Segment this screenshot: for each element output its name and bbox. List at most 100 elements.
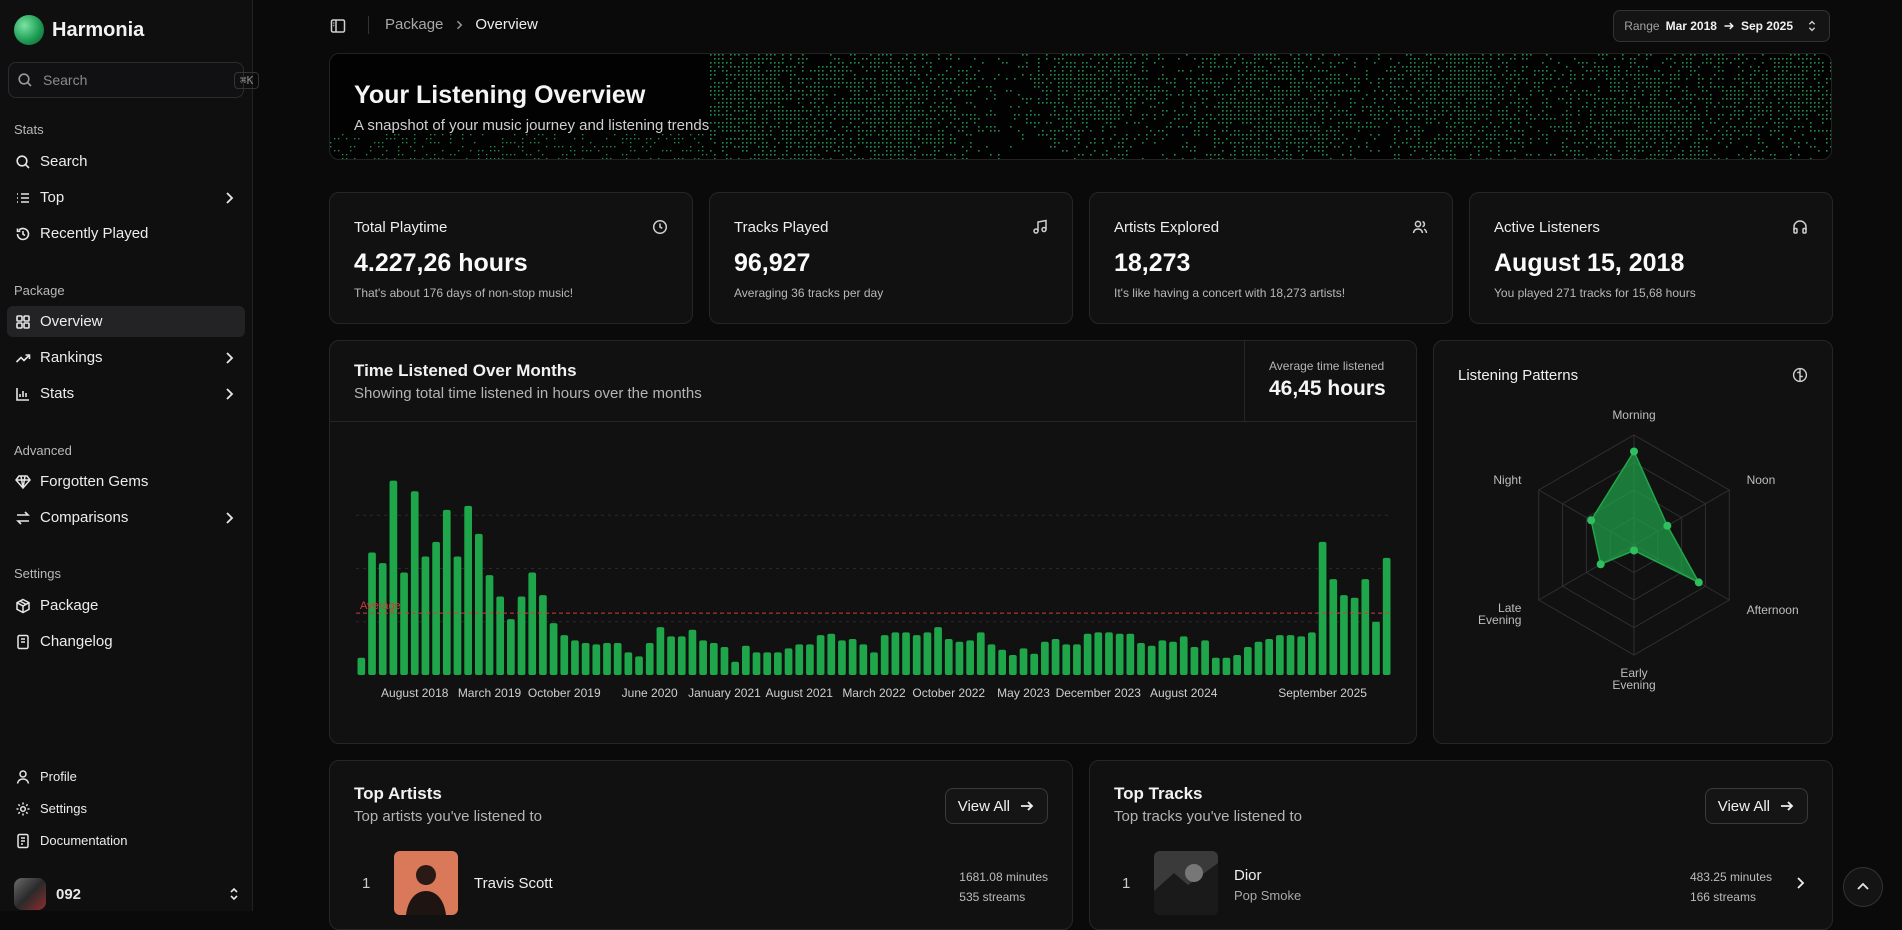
average-time-value: 46,45 hours	[1269, 377, 1386, 400]
view-all-label: View All	[957, 797, 1010, 815]
stat-title: Tracks Played	[734, 219, 829, 236]
sidebar-item-profile[interactable]: Profile	[7, 761, 245, 792]
stat-card-active-listeners: Active Listeners August 15, 2018 You pla…	[1469, 192, 1833, 324]
bar	[539, 595, 547, 675]
bar	[517, 596, 526, 675]
bar	[357, 657, 366, 675]
sidebar-item-stats[interactable]: Stats	[7, 378, 245, 409]
stat-subtext: Averaging 36 tracks per day	[734, 286, 884, 300]
user-menu[interactable]: 092	[14, 878, 242, 910]
brand[interactable]: Harmonia	[14, 14, 144, 46]
artist-minutes: 1681.08 minutes	[959, 870, 1048, 884]
bar	[1308, 632, 1316, 675]
bar	[1126, 633, 1135, 675]
top-artists-subtitle: Top artists you've listened to	[354, 808, 542, 825]
bar	[1094, 632, 1103, 675]
radar-axis-label: Late Evening	[1478, 601, 1522, 627]
bar	[1265, 639, 1274, 675]
bar	[1254, 641, 1263, 675]
bar	[1361, 579, 1370, 675]
bar	[1222, 657, 1231, 675]
bar	[1169, 641, 1177, 675]
bar	[1190, 647, 1199, 675]
rank-number: 1	[1122, 875, 1131, 892]
track-row[interactable]: 1 Dior Pop Smoke 483.25 minutes 166 stre…	[1114, 851, 1808, 915]
stat-card-tracks-played: Tracks Played 96,927 Averaging 36 tracks…	[709, 192, 1073, 324]
sidebar-item-label: Overview	[40, 313, 103, 330]
avatar	[14, 878, 46, 910]
view-all-label: View All	[1717, 797, 1770, 815]
arrow-right-icon	[1781, 801, 1794, 811]
sidebar-item-forgotten-gems[interactable]: Forgotten Gems	[7, 466, 245, 497]
bar	[581, 643, 590, 675]
stat-subtext: That's about 176 days of non-stop music!	[354, 286, 574, 300]
top-artists-title: Top Artists	[354, 784, 442, 803]
chevrons-up-down-icon	[1808, 20, 1816, 32]
bar	[1318, 541, 1327, 675]
bar	[549, 623, 558, 675]
sidebar-item-label: Documentation	[40, 833, 128, 848]
chevron-right-icon[interactable]	[1792, 875, 1808, 891]
sidebar-item-changelog[interactable]: Changelog	[7, 626, 245, 657]
book-icon	[17, 634, 29, 649]
radar-axis-label: Morning	[1612, 408, 1655, 422]
section-label-package: Package	[14, 283, 65, 298]
radar-point	[1663, 521, 1672, 530]
bar	[784, 648, 793, 675]
sidebar-item-search[interactable]: Search	[7, 146, 245, 177]
radar-point	[1630, 447, 1638, 456]
x-tick-label: September 2025	[1278, 686, 1367, 700]
arrow-right-icon	[1021, 801, 1034, 811]
section-label-settings: Settings	[14, 566, 61, 581]
user-icon	[16, 769, 30, 784]
sidebar-item-rankings[interactable]: Rankings	[7, 342, 245, 373]
page-subtitle: A snapshot of your music journey and lis…	[354, 117, 710, 134]
x-tick-label: May 2023	[997, 686, 1050, 700]
stat-value: 96,927	[734, 249, 811, 277]
bar	[1158, 640, 1167, 675]
bar	[966, 640, 974, 675]
view-all-tracks-button[interactable]: View All	[1704, 788, 1808, 824]
x-tick-label: August 2021	[766, 686, 834, 700]
bar	[1243, 647, 1252, 675]
bar	[474, 533, 483, 675]
sidebar-item-package[interactable]: Package	[7, 590, 245, 621]
section-label-stats: Stats	[14, 122, 44, 137]
scroll-to-top-button[interactable]	[1843, 867, 1883, 907]
info-icon[interactable]	[1792, 367, 1808, 383]
search-box[interactable]: ⌘K	[8, 62, 260, 98]
bar	[1115, 633, 1124, 675]
chevrons-up-down-icon	[230, 887, 238, 901]
stat-value: 18,273	[1114, 249, 1191, 277]
bar	[816, 635, 825, 675]
sidebar-item-top[interactable]: Top	[7, 182, 245, 213]
bar	[485, 575, 494, 675]
bar	[464, 505, 472, 675]
sidebar-item-settings[interactable]: Settings	[7, 793, 245, 824]
bar	[1276, 635, 1284, 675]
bar	[453, 556, 462, 675]
breadcrumb-parent[interactable]: Package	[385, 16, 443, 33]
sidebar-item-recently-played[interactable]: Recently Played	[7, 218, 245, 249]
sidebar-item-documentation[interactable]: Documentation	[7, 825, 245, 856]
sidebar-toggle-icon[interactable]	[330, 18, 346, 34]
range-selector[interactable]: Range Mar 2018 Sep 2025	[1613, 10, 1830, 42]
sidebar-item-overview[interactable]: Overview	[7, 306, 245, 337]
artist-stats: 1681.08 minutes 535 streams	[959, 867, 1048, 907]
chevron-right-icon	[226, 191, 234, 204]
stat-card-total-playtime: Total Playtime 4.227,26 hours That's abo…	[329, 192, 693, 324]
view-all-artists-button[interactable]: View All	[944, 788, 1048, 824]
bar	[624, 652, 633, 675]
bar	[763, 652, 772, 675]
bar	[1211, 657, 1220, 675]
search-input[interactable]	[43, 72, 224, 88]
chevron-right-icon	[226, 351, 234, 364]
bar	[442, 509, 451, 675]
artist-row[interactable]: 1 Travis Scott 1681.08 minutes 535 strea…	[354, 851, 1048, 915]
stat-subtext: You played 271 tracks for 15,68 hours	[1494, 286, 1696, 300]
bar	[378, 563, 387, 675]
x-tick-label: October 2022	[912, 686, 985, 700]
sidebar-item-comparisons[interactable]: Comparisons	[7, 502, 245, 533]
bar	[421, 556, 430, 675]
section-label-advanced: Advanced	[14, 443, 72, 458]
